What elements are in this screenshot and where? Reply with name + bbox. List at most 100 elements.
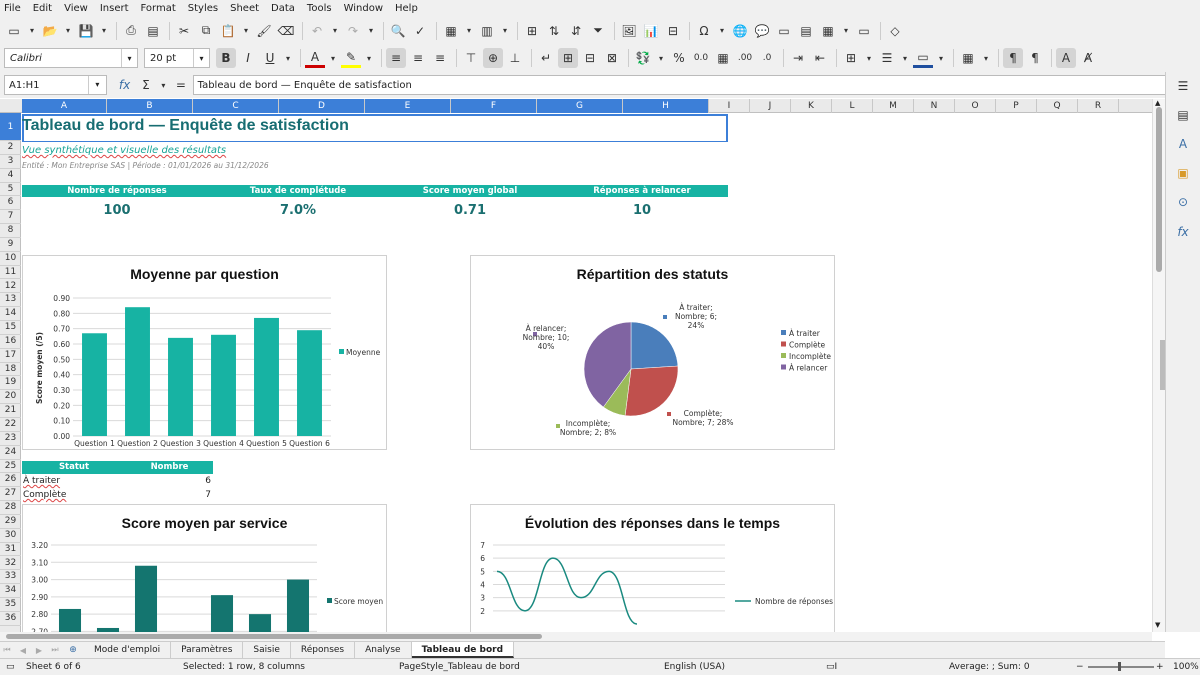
scroll-up-icon[interactable]: ▲: [1155, 99, 1160, 107]
show-draw-functions-icon[interactable]: ◇: [885, 21, 905, 41]
function-wizard-icon[interactable]: fx: [115, 75, 134, 95]
copy-icon[interactable]: ⧉: [196, 21, 216, 41]
column-header-m[interactable]: M: [873, 99, 914, 113]
tab-mode-emploi[interactable]: Mode d'emploi: [84, 642, 172, 658]
conditional-format-icon[interactable]: ▦: [958, 48, 978, 68]
menu-view[interactable]: View: [64, 3, 88, 14]
styles-icon[interactable]: A: [1173, 134, 1193, 154]
chart-moyenne-par-question[interactable]: Moyenne par question 0.00 0.10 0.20 0.30 0.4…: [22, 255, 387, 450]
row-header-15[interactable]: 15: [0, 321, 21, 335]
column-header-o[interactable]: O: [955, 99, 996, 113]
row-header-19[interactable]: 19: [0, 376, 21, 391]
paste-icon[interactable]: 📋: [218, 21, 238, 41]
selection-mode-icon[interactable]: ▭I: [826, 662, 837, 672]
menu-icon[interactable]: ☰: [1173, 76, 1193, 96]
row-header-34[interactable]: 34: [0, 584, 21, 599]
text-horizontal-icon[interactable]: A: [1056, 48, 1076, 68]
menu-file[interactable]: File: [4, 3, 21, 14]
save-icon[interactable]: 💾: [76, 21, 96, 41]
chevron-down-icon[interactable]: ▾: [193, 49, 209, 67]
merge-cells-icon[interactable]: ⊟: [580, 48, 600, 68]
row-header-36[interactable]: 36: [0, 612, 21, 626]
row-header-30[interactable]: 30: [0, 529, 21, 543]
column-header-c[interactable]: C: [193, 99, 279, 113]
column-header-n[interactable]: N: [914, 99, 955, 113]
export-pdf-icon[interactable]: ▤: [143, 21, 163, 41]
column-header-p[interactable]: P: [996, 99, 1037, 113]
new-dropdown-icon[interactable]: ▾: [26, 21, 38, 41]
percent-format-icon[interactable]: %: [669, 48, 689, 68]
row-header-9[interactable]: 9: [0, 238, 21, 252]
decrease-indent-icon[interactable]: ⇤: [810, 48, 830, 68]
special-char-dropdown-icon[interactable]: ▾: [716, 21, 728, 41]
column-header-e[interactable]: E: [365, 99, 451, 113]
insert-chart-icon[interactable]: 📊: [641, 21, 661, 41]
tab-tableau-de-bord[interactable]: Tableau de bord: [411, 642, 515, 658]
add-sheet-icon[interactable]: ⊕: [64, 640, 82, 660]
clone-formatting-icon[interactable]: 🖌: [254, 21, 274, 41]
font-size-combo[interactable]: 20 pt ▾: [144, 48, 210, 68]
hyperlink-icon[interactable]: 🌐: [730, 21, 750, 41]
row-header-27[interactable]: 27: [0, 487, 21, 502]
prev-sheet-icon[interactable]: ◀: [16, 640, 30, 660]
formula-equals-icon[interactable]: =: [171, 75, 190, 95]
row-header-31[interactable]: 31: [0, 543, 21, 557]
bold-icon[interactable]: B: [216, 48, 236, 68]
chevron-down-icon[interactable]: ▾: [121, 49, 137, 67]
scroll-down-icon[interactable]: ▼: [1155, 621, 1160, 629]
menu-help[interactable]: Help: [395, 3, 418, 14]
tab-reponses[interactable]: Réponses: [291, 642, 356, 658]
column-dropdown-icon[interactable]: ▾: [499, 21, 511, 41]
column-header-r[interactable]: R: [1078, 99, 1119, 113]
redo-dropdown-icon[interactable]: ▾: [365, 21, 377, 41]
spelling-icon[interactable]: ✓: [410, 21, 430, 41]
find-replace-icon[interactable]: 🔍: [388, 21, 408, 41]
align-top-icon[interactable]: ⊤: [461, 48, 481, 68]
row-header-17[interactable]: 17: [0, 349, 21, 363]
print-icon[interactable]: ⎙: [121, 21, 141, 41]
highlight-color-icon[interactable]: ✎: [341, 48, 361, 68]
tab-parametres[interactable]: Paramètres: [171, 642, 244, 658]
row-header-13[interactable]: 13: [0, 293, 21, 308]
zoom-in-icon[interactable]: +: [1156, 662, 1164, 672]
sum-dropdown-icon[interactable]: ▾: [158, 75, 170, 95]
menu-insert[interactable]: Insert: [100, 3, 129, 14]
chart-repartition-statuts[interactable]: Répartition des statuts À traiter; Nombre…: [470, 255, 835, 450]
zoom-out-icon[interactable]: −: [1076, 662, 1084, 672]
horizontal-scrollbar[interactable]: [0, 632, 1152, 641]
align-middle-icon[interactable]: ⊕: [483, 48, 503, 68]
menu-edit[interactable]: Edit: [33, 3, 52, 14]
next-sheet-icon[interactable]: ▶: [32, 640, 46, 660]
column-icon[interactable]: ▥: [477, 21, 497, 41]
date-format-icon[interactable]: ▦: [713, 48, 733, 68]
row-header-11[interactable]: 11: [0, 266, 21, 280]
special-character-icon[interactable]: Ω: [694, 21, 714, 41]
border-style-icon[interactable]: ☰: [877, 48, 897, 68]
formula-input[interactable]: Tableau de bord — Enquête de satisfactio…: [192, 75, 1179, 95]
split-window-icon[interactable]: ▭: [854, 21, 874, 41]
paste-dropdown-icon[interactable]: ▾: [240, 21, 252, 41]
define-print-area-icon[interactable]: ▤: [796, 21, 816, 41]
row-header-3[interactable]: 3: [0, 155, 21, 169]
underline-dropdown-icon[interactable]: ▾: [282, 48, 294, 68]
autofilter-icon[interactable]: ⊞: [522, 21, 542, 41]
row-header-22[interactable]: 22: [0, 418, 21, 432]
menu-styles[interactable]: Styles: [188, 3, 218, 14]
column-header-l[interactable]: L: [832, 99, 873, 113]
row-icon[interactable]: ▦: [441, 21, 461, 41]
undo-icon[interactable]: ↶: [307, 21, 327, 41]
row-header-20[interactable]: 20: [0, 390, 21, 405]
column-header-j[interactable]: J: [750, 99, 791, 113]
save-dropdown-icon[interactable]: ▾: [98, 21, 110, 41]
column-header-q[interactable]: Q: [1037, 99, 1078, 113]
row-header-8[interactable]: 8: [0, 224, 21, 238]
text-direction-rtl-icon[interactable]: ¶: [1025, 48, 1045, 68]
navigator-icon[interactable]: ⊙: [1173, 192, 1193, 212]
row-header-4[interactable]: 4: [0, 169, 21, 183]
tab-analyse[interactable]: Analyse: [355, 642, 412, 658]
row-header-14[interactable]: 14: [0, 307, 21, 322]
row-header-1[interactable]: 1: [0, 113, 21, 141]
sum-icon[interactable]: Σ: [136, 75, 155, 95]
row-header-25[interactable]: 25: [0, 460, 21, 474]
align-center-icon[interactable]: ≡: [408, 48, 428, 68]
